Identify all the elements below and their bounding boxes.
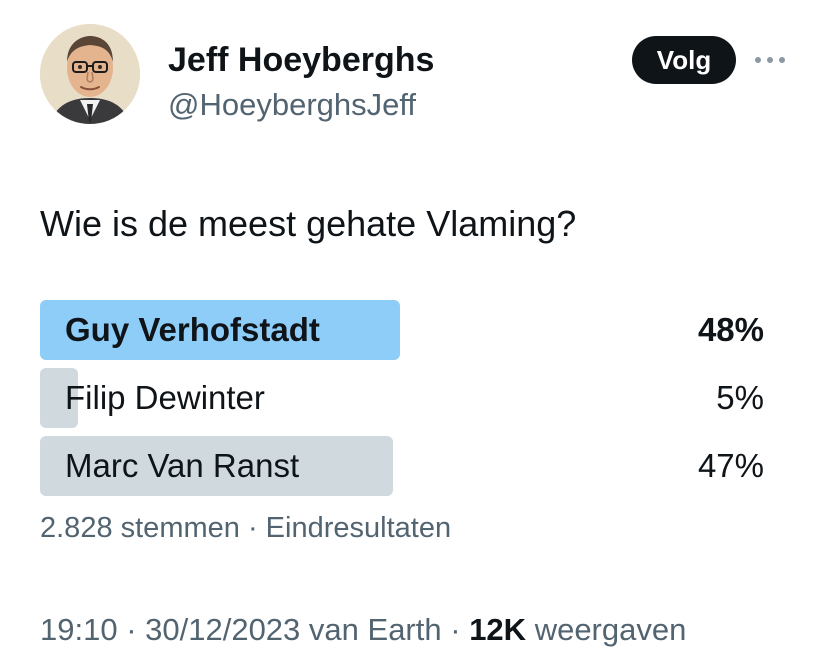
poll-option-label: Filip Dewinter (65, 379, 265, 416)
author-handle[interactable]: @HoeyberghsJeff (168, 86, 416, 124)
avatar-portrait (40, 24, 140, 124)
poll-option-3[interactable]: Marc Van Ranst 47% (40, 436, 764, 496)
tweet-time[interactable]: 19:10 (40, 612, 118, 647)
poll-option-label: Guy Verhofstadt (65, 311, 320, 348)
tweet-text: Wie is de meest gehate Vlaming? (40, 203, 577, 244)
separator: · (117, 612, 146, 647)
avatar[interactable] (40, 24, 140, 124)
views-label: weergaven (534, 612, 687, 647)
more-horizontal-icon (755, 57, 785, 63)
tweet-date[interactable]: 30/12/2023 (145, 612, 300, 647)
poll-votes: 2.828 stemmen (40, 512, 240, 544)
poll-option-percent: 5% (716, 379, 764, 416)
poll-option-2[interactable]: Filip Dewinter 5% (40, 368, 764, 428)
separator: · (239, 512, 266, 544)
poll-option-percent: 48% (697, 311, 764, 348)
poll-status: Eindresultaten (265, 512, 452, 544)
poll-option-label: Marc Van Ranst (65, 447, 300, 484)
author-name[interactable]: Jeff Hoeyberghs (168, 40, 434, 80)
views-count[interactable]: 12K (469, 612, 526, 647)
poll-option-1[interactable]: Guy Verhofstadt 48% (40, 300, 764, 360)
poll-option-percent: 47% (697, 447, 764, 484)
follow-button[interactable]: Volg (632, 36, 736, 84)
separator: · (441, 612, 470, 647)
tweet-meta: 19:10 · 30/12/2023 van Earth · 12K weerg… (40, 612, 686, 648)
tweet-source: van Earth (308, 612, 442, 647)
poll-meta: 2.828 stemmen · Eindresultaten (40, 512, 451, 545)
more-options-button[interactable] (750, 46, 790, 74)
poll: Guy Verhofstadt 48% Filip Dewinter 5% Ma… (40, 300, 764, 504)
